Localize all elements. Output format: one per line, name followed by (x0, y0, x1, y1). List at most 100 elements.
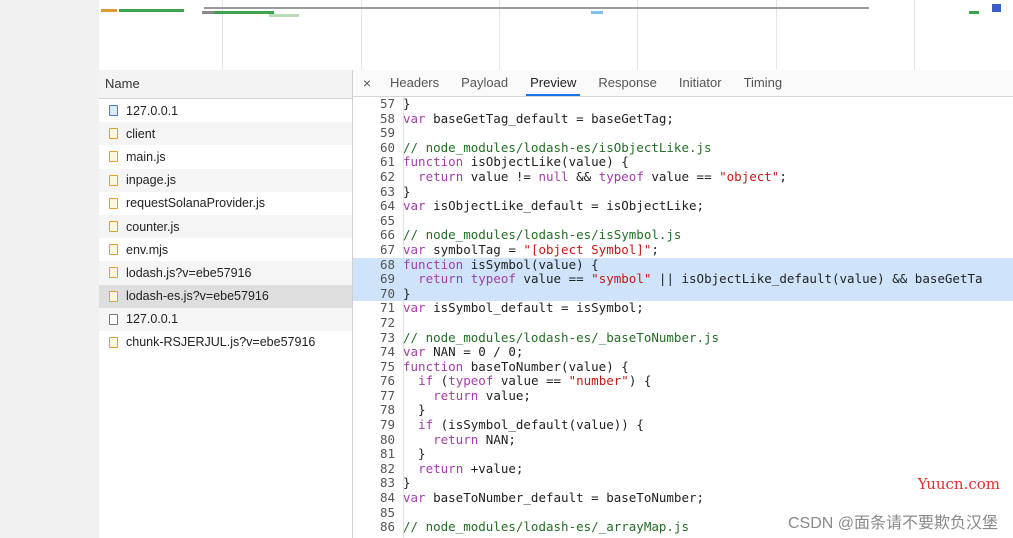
request-row[interactable]: requestSolanaProvider.js (99, 192, 352, 215)
request-row[interactable]: chunk-RSJERJUL.js?v=ebe57916 (99, 331, 352, 354)
line-number[interactable]: 67 (353, 242, 403, 258)
code-text: var isObjectLike_default = isObjectLike; (403, 198, 705, 214)
timeline-grid-line (914, 0, 915, 70)
code-line: 74 var NAN = 0 / 0; (353, 344, 1013, 360)
blank-file-icon (109, 313, 118, 325)
tab-payload[interactable]: Payload (461, 70, 508, 96)
code-line: 73// node_modules/lodash-es/_baseToNumbe… (353, 330, 1013, 346)
line-number[interactable]: 59 (353, 126, 403, 141)
request-list: 127.0.0.1 client main.js inpage.js requestSo… (99, 99, 352, 354)
code-line: 72 (353, 315, 1013, 331)
line-number[interactable]: 66 (353, 228, 403, 243)
request-row[interactable]: lodash.js?v=ebe57916 (99, 261, 352, 285)
line-number[interactable]: 80 (353, 432, 403, 448)
request-row[interactable]: main.js (99, 145, 352, 168)
timeline-grid-line (361, 0, 362, 70)
code-line: 57} (353, 97, 1013, 112)
line-number[interactable]: 74 (353, 344, 403, 360)
script-file-icon (109, 290, 118, 302)
code-text: if (isSymbol_default(value)) { (418, 417, 644, 433)
line-number[interactable]: 79 (353, 417, 403, 433)
line-number[interactable]: 64 (353, 199, 403, 214)
request-detail-pane: × Headers Payload Preview Response Initiator… (353, 70, 1013, 538)
code-text: var baseGetTag_default = baseGetTag; (403, 110, 674, 126)
line-number[interactable]: 62 (353, 169, 403, 185)
line-number[interactable]: 86 (353, 520, 403, 535)
request-row[interactable]: 127.0.0.1 (99, 307, 352, 331)
line-number[interactable]: 83 (353, 476, 403, 491)
line-number[interactable]: 77 (353, 388, 403, 404)
line-number[interactable]: 68 (353, 257, 403, 273)
line-number[interactable]: 72 (353, 315, 403, 331)
line-number[interactable]: 71 (353, 301, 403, 316)
tab-response[interactable]: Response (598, 70, 657, 96)
request-name: lodash-es.js?v=ebe57916 (126, 289, 269, 304)
line-number[interactable]: 57 (353, 97, 403, 112)
request-row[interactable]: lodash-es.js?v=ebe57916 (99, 284, 352, 308)
code-text: if (typeof value == "number") { (418, 373, 652, 389)
line-number[interactable]: 76 (353, 374, 403, 389)
request-row[interactable]: 127.0.0.1 (99, 99, 352, 122)
code-line: 80 return NAN; (353, 432, 1013, 448)
code-text: function isSymbol(value) { (403, 256, 599, 272)
request-name: inpage.js (126, 173, 177, 188)
code-line: 76 if (typeof value == "number") { (353, 373, 1013, 389)
code-line: 84 var baseToNumber_default = baseToNumbe… (353, 490, 1013, 506)
request-list-pane: Name 127.0.0.1 client main.js inpage.js requ… (99, 70, 353, 538)
code-text: return value; (433, 387, 531, 403)
timeline-grid-line (499, 0, 500, 70)
timeline-bar (202, 11, 214, 14)
line-number[interactable]: 73 (353, 330, 403, 346)
line-number[interactable]: 63 (353, 184, 403, 200)
name-column-header[interactable]: Name (99, 70, 352, 99)
timeline-bar (969, 11, 979, 14)
line-number[interactable]: 58 (353, 111, 403, 127)
line-number[interactable]: 85 (353, 505, 403, 521)
line-number[interactable]: 84 (353, 490, 403, 506)
code-line: 59 (353, 126, 1013, 141)
line-number[interactable]: 75 (353, 359, 403, 375)
line-number[interactable]: 65 (353, 213, 403, 229)
tab-headers[interactable]: Headers (390, 70, 439, 96)
line-number[interactable]: 60 (353, 140, 403, 156)
code-line: 66// node_modules/lodash-es/isSymbol.js (353, 228, 1013, 243)
code-text: return +value; (418, 460, 524, 476)
code-line: 61 function isObjectLike(value) { (353, 155, 1013, 170)
line-number[interactable]: 61 (353, 155, 403, 170)
script-file-icon (109, 128, 118, 140)
code-text: } (403, 402, 426, 418)
line-number[interactable]: 81 (353, 447, 403, 462)
code-line: 82 return +value; (353, 460, 1013, 477)
code-text: } (403, 285, 411, 301)
request-name: client (126, 126, 156, 141)
line-number[interactable]: 69 (353, 272, 403, 287)
script-file-icon (109, 336, 118, 348)
network-timeline-overview[interactable] (99, 0, 1013, 71)
timeline-bar (992, 4, 1001, 12)
tab-timing[interactable]: Timing (744, 70, 783, 96)
tab-preview[interactable]: Preview (526, 70, 581, 96)
preview-code-view[interactable]: 57} 58 var baseGetTag_default = baseGetTag… (353, 97, 1013, 538)
line-number[interactable]: 82 (353, 461, 403, 477)
request-row[interactable]: client (99, 122, 352, 146)
close-icon[interactable]: × (355, 75, 379, 91)
script-file-icon (109, 151, 118, 163)
tab-initiator[interactable]: Initiator (679, 70, 722, 96)
code-text: function isObjectLike(value) { (403, 154, 629, 170)
code-text: return typeof value == "symbol" || isObj… (418, 271, 983, 287)
code-line: 83} (353, 476, 1013, 491)
code-text: // node_modules/lodash-es/isSymbol.js (403, 227, 682, 243)
code-text: return value != null && typeof value == … (418, 168, 787, 184)
request-row[interactable]: counter.js (99, 214, 352, 239)
request-row[interactable]: env.mjs (99, 238, 352, 261)
line-number[interactable]: 70 (353, 286, 403, 302)
line-number[interactable]: 78 (353, 403, 403, 418)
request-name: lodash.js?v=ebe57916 (126, 265, 252, 280)
code-text: } (403, 183, 411, 199)
request-row[interactable]: inpage.js (99, 168, 352, 192)
code-line: 77 return value; (353, 387, 1013, 404)
script-file-icon (109, 221, 118, 233)
watermark-author: CSDN @面条请不要欺负汉堡 (787, 515, 998, 532)
timeline-bar (204, 7, 869, 9)
code-line: 68 function isSymbol(value) { (353, 256, 1013, 273)
